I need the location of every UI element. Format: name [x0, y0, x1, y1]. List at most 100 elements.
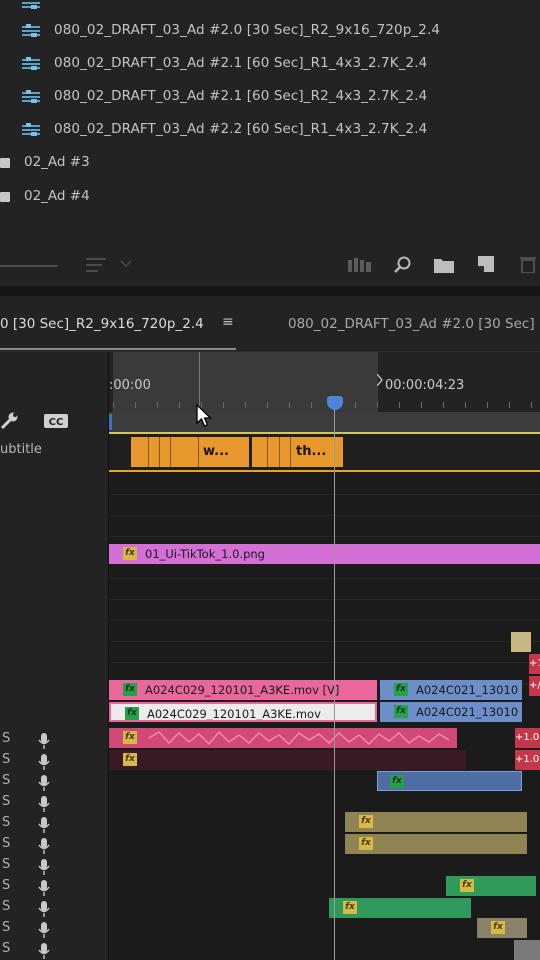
solo-button[interactable]: S [2, 731, 10, 746]
gain-badge[interactable]: +/ [529, 676, 540, 696]
tab-sequence[interactable]: 080_02_DRAFT_03_Ad #2.0 [30 Sec] [288, 316, 535, 332]
tab-menu-icon[interactable]: ≡ [222, 314, 234, 330]
gain-badge[interactable]: +1.0 [515, 728, 540, 748]
audio-clip-tan-linked[interactable]: fx [345, 834, 527, 854]
sequence-icon [22, 123, 40, 136]
caption-clip[interactable]: th... [252, 437, 343, 467]
panel-divider[interactable] [0, 286, 540, 296]
audio-clip-tan[interactable]: fx [345, 812, 527, 832]
caption-text: th... [296, 444, 327, 459]
video-clip-b-linked[interactable]: fx A024C021_13010 [380, 702, 522, 722]
sequence-icon [22, 90, 40, 103]
video-clip[interactable]: fx A024C029_120101_A3KE.mov [V] [109, 680, 377, 700]
fx-badge-icon: fx [460, 879, 474, 892]
solo-button[interactable]: S [2, 857, 10, 872]
voiceover-mic-icon[interactable] [38, 922, 50, 938]
audio-clip-green[interactable]: fx [446, 876, 536, 896]
graphic-clip[interactable]: fx 01_Ui-TikTok_1.0.png [109, 544, 540, 564]
sequence-row[interactable]: 080_02_DRAFT_03_Ad #2.0 [30 Sec]_R2_9x16… [0, 14, 540, 47]
bin-icon [0, 192, 10, 202]
sequence-row[interactable]: 080_02_DRAFT_03_Ad #2.1 [60 Sec]_R2_4x3_… [0, 80, 540, 113]
time-ruler[interactable]: :00:00 00:00:04:23 [109, 352, 540, 412]
sequence-name: 080_02_DRAFT_03_Ad #2.0 [30 Sec]_R2_9x16… [54, 22, 441, 38]
solo-button[interactable]: S [2, 941, 10, 956]
solo-button[interactable]: S [2, 920, 10, 935]
fx-badge-icon: fx [390, 775, 404, 788]
dropdown-chevron-icon[interactable] [120, 260, 132, 268]
voiceover-mic-icon[interactable] [38, 754, 50, 770]
playhead-line[interactable] [334, 406, 335, 960]
audio-clip-green-2[interactable]: fx [329, 898, 471, 918]
solo-button[interactable]: S [2, 815, 10, 830]
sequence-name: 080_02_DRAFT_03_Ad #2.1 [60 Sec]_R2_4x3_… [54, 88, 428, 104]
sequence-row[interactable]: 080_02_DRAFT_03_Ad #2.1 [60 Sec]_R1_4x3_… [0, 47, 540, 80]
fx-badge-icon: fx [359, 837, 373, 850]
fx-badge-icon: fx [394, 705, 408, 718]
tab-active-sequence[interactable]: 0 [30 Sec]_R2_9x16_720p_2.4 [0, 316, 204, 332]
voiceover-mic-icon[interactable] [38, 733, 50, 749]
bin-icon [0, 158, 10, 168]
audio-clip-gray[interactable]: fx [477, 918, 527, 938]
work-area-bar[interactable] [109, 412, 540, 432]
audio-clip-gray-2[interactable] [514, 940, 540, 960]
sequence-icon [22, 2, 40, 9]
sequence-row[interactable]: 080_02_DRAFT_03_Ad #2.2 [60 Sec]_R1_4x3_… [0, 113, 540, 146]
fx-badge-icon: fx [343, 901, 357, 914]
gain-text: +1.0 [515, 732, 540, 743]
voiceover-mic-icon[interactable] [38, 775, 50, 791]
ruler-range-handle-icon[interactable] [377, 374, 383, 386]
timecode-end: 00:00:04:23 [385, 378, 465, 393]
solo-button[interactable]: S [2, 836, 10, 851]
clip-name: A024C021_13010 [416, 705, 519, 719]
list-sort-icon[interactable] [86, 256, 106, 274]
solo-button[interactable]: S [2, 899, 10, 914]
track-header-column: CC ubtitle S S S S S S S S S S S [0, 352, 109, 960]
voiceover-mic-icon[interactable] [38, 859, 50, 875]
automate-to-sequence-icon[interactable] [348, 258, 372, 272]
voiceover-mic-icon[interactable] [38, 901, 50, 917]
project-panel: 080_02_DRAFT_03_Ad #2.0 [30 Sec]_R2_9x16… [0, 0, 540, 286]
find-icon[interactable] [394, 256, 412, 274]
trash-icon[interactable] [520, 255, 536, 273]
wrench-icon[interactable] [0, 412, 20, 430]
sequence-icon [22, 57, 40, 70]
fx-badge-icon: fx [123, 683, 137, 696]
video-clip-b[interactable]: fx A024C021_13010 [380, 680, 522, 700]
audio-clip-muted[interactable]: fx [109, 750, 466, 770]
gain-text: +1 [529, 658, 540, 669]
captions-cc-icon[interactable]: CC [44, 414, 68, 428]
gain-badge[interactable]: +1.0 [515, 750, 540, 770]
audio-clip-blue[interactable]: fx [377, 771, 522, 791]
fx-badge-icon: fx [123, 547, 137, 560]
solo-button[interactable]: S [2, 878, 10, 893]
fx-badge-icon: fx [491, 921, 505, 934]
audio-clip[interactable]: fx [109, 728, 457, 748]
active-tab-indicator [0, 348, 236, 350]
voiceover-mic-icon[interactable] [38, 796, 50, 812]
partial-clip[interactable] [511, 632, 531, 652]
solo-button[interactable]: S [2, 794, 10, 809]
timeline-tabs: 0 [30 Sec]_R2_9x16_720p_2.4 ≡ 080_02_DRA… [0, 296, 540, 352]
bin-row[interactable]: 02_Ad #4 [0, 180, 540, 213]
caption-track: w... th... [109, 432, 540, 472]
voiceover-mic-icon[interactable] [38, 817, 50, 833]
zoom-slider[interactable] [0, 265, 58, 267]
sequence-name: 080_02_DRAFT_03_Ad #2.1 [60 Sec]_R1_4x3_… [54, 55, 428, 71]
clip-name: A024C021_13010 [416, 683, 519, 697]
mouse-cursor-icon [196, 404, 213, 427]
hover-line [199, 352, 200, 412]
voiceover-mic-icon[interactable] [38, 943, 50, 959]
bin-row[interactable]: 02_Ad #3 [0, 146, 540, 179]
solo-button[interactable]: S [2, 752, 10, 767]
gain-badge[interactable]: +1 [529, 654, 540, 674]
caption-text: w... [203, 444, 229, 459]
new-bin-icon[interactable] [434, 257, 454, 273]
timeline-panel: 0 [30 Sec]_R2_9x16_720p_2.4 ≡ 080_02_DRA… [0, 296, 540, 960]
voiceover-mic-icon[interactable] [38, 838, 50, 854]
gain-text: +1.0 [515, 754, 540, 765]
video-clip-linked[interactable]: fx A024C029_120101_A3KE.mov [109, 702, 377, 722]
timeline-tracks: w... th... fx 01_Ui-TikTok_1.0.png +1 +/ [109, 432, 540, 960]
new-item-icon[interactable] [478, 256, 494, 272]
voiceover-mic-icon[interactable] [38, 880, 50, 896]
solo-button[interactable]: S [2, 773, 10, 788]
